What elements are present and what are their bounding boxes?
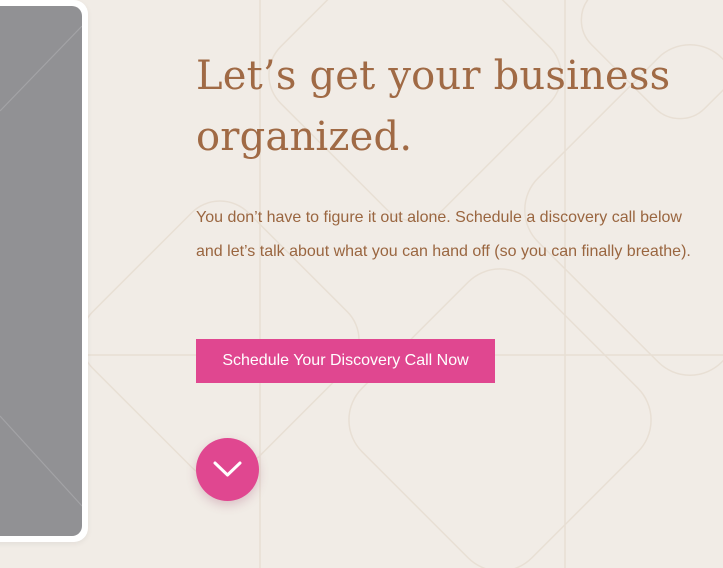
scroll-down-button[interactable] (196, 438, 259, 501)
chevron-down-icon (213, 461, 242, 477)
image-placeholder-graphic (0, 25, 82, 507)
image-placeholder (0, 6, 82, 536)
hero-section: Let’s get your business organized. You d… (0, 0, 723, 568)
page-title: Let’s get your business organized. (196, 53, 671, 160)
hero-description: You don’t have to figure it out alone. S… (196, 209, 691, 260)
schedule-call-button[interactable]: Schedule Your Discovery Call Now (196, 339, 495, 383)
